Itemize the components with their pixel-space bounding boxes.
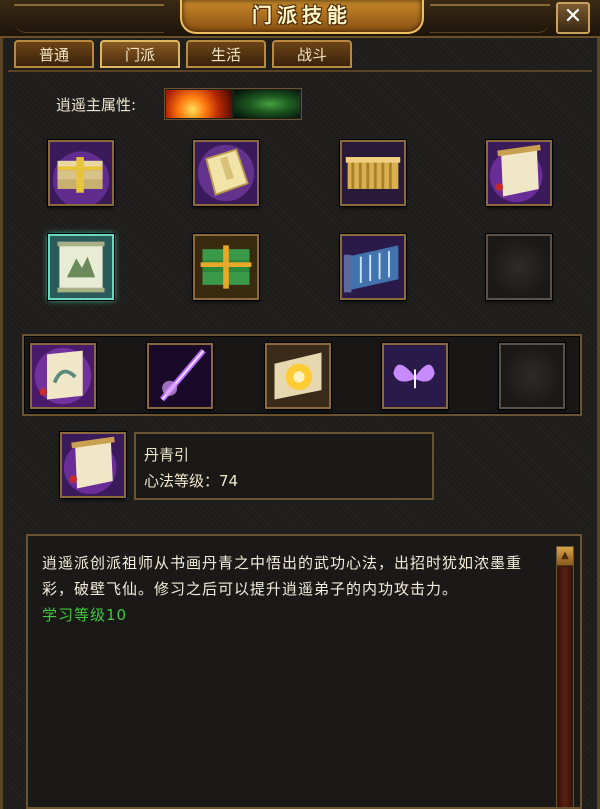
golden-scrolls-icon[interactable] bbox=[340, 140, 406, 206]
empty-slot-icon bbox=[486, 234, 552, 300]
skill-description: 逍遥派创派祖师从书画丹青之中悟出的武功心法，出招时犹如浓墨重彩，破壁飞仙。修习之… bbox=[42, 550, 550, 628]
tab-label: 普通 bbox=[38, 46, 69, 64]
scroll-up-icon[interactable]: ▲ bbox=[557, 547, 573, 566]
hanging-scroll-icon[interactable] bbox=[486, 140, 552, 206]
learn-level-requirement: 学习等级10 bbox=[42, 606, 128, 624]
landscape-scroll-icon[interactable] bbox=[48, 234, 114, 300]
painting-scroll-icon[interactable] bbox=[30, 343, 96, 409]
water-scroll-icon[interactable] bbox=[340, 234, 406, 300]
purple-bolt-icon[interactable] bbox=[147, 343, 213, 409]
tab-combat[interactable]: 战斗 bbox=[272, 40, 352, 68]
scroll-thumb[interactable] bbox=[558, 567, 572, 807]
tab-label: 生活 bbox=[210, 46, 241, 64]
skill-level: 心法等级：74 bbox=[144, 472, 239, 490]
skill-name: 丹青引 bbox=[144, 446, 190, 464]
manual-book-icon[interactable] bbox=[193, 140, 259, 206]
description-text: 逍遥派创派祖师从书画丹青之中悟出的武功心法，出招时犹如浓墨重彩，破壁飞仙。修习之… bbox=[42, 554, 523, 598]
tab-sect[interactable]: 门派 bbox=[100, 40, 180, 68]
tab-normal[interactable]: 普通 bbox=[14, 40, 94, 68]
tab-label: 战斗 bbox=[296, 46, 327, 64]
title-bar[interactable]: 门派技能 ✕ bbox=[0, 0, 600, 38]
bound-books-icon[interactable] bbox=[48, 140, 114, 206]
empty-slot-icon bbox=[499, 343, 565, 409]
skill-info-box: 丹青引 心法等级：74 bbox=[134, 432, 434, 500]
title-plate: 门派技能 bbox=[180, 0, 424, 34]
hanging-scroll-icon[interactable] bbox=[60, 432, 126, 498]
close-button[interactable]: ✕ bbox=[556, 2, 590, 34]
attribute-label: 逍遥主属性: bbox=[56, 96, 137, 114]
attribute-icons bbox=[164, 88, 302, 120]
tab-label: 门派 bbox=[124, 46, 155, 64]
butterfly-icon[interactable] bbox=[382, 343, 448, 409]
fire-attribute-icon[interactable] bbox=[166, 90, 232, 118]
title-ornament-left bbox=[14, 4, 164, 33]
tab-divider bbox=[8, 70, 592, 72]
window-title: 门派技能 bbox=[252, 3, 352, 27]
treasure-books-icon[interactable] bbox=[193, 234, 259, 300]
tab-life[interactable]: 生活 bbox=[186, 40, 266, 68]
title-ornament-right bbox=[430, 4, 550, 33]
close-icon: ✕ bbox=[563, 4, 583, 29]
description-scrollbar[interactable]: ▲ bbox=[556, 546, 574, 808]
wind-attribute-icon[interactable] bbox=[234, 90, 300, 118]
gold-burst-scroll-icon[interactable] bbox=[265, 343, 331, 409]
skill-description-panel: 逍遥派创派祖师从书画丹青之中悟出的武功心法，出招时犹如浓墨重彩，破壁飞仙。修习之… bbox=[26, 534, 582, 809]
